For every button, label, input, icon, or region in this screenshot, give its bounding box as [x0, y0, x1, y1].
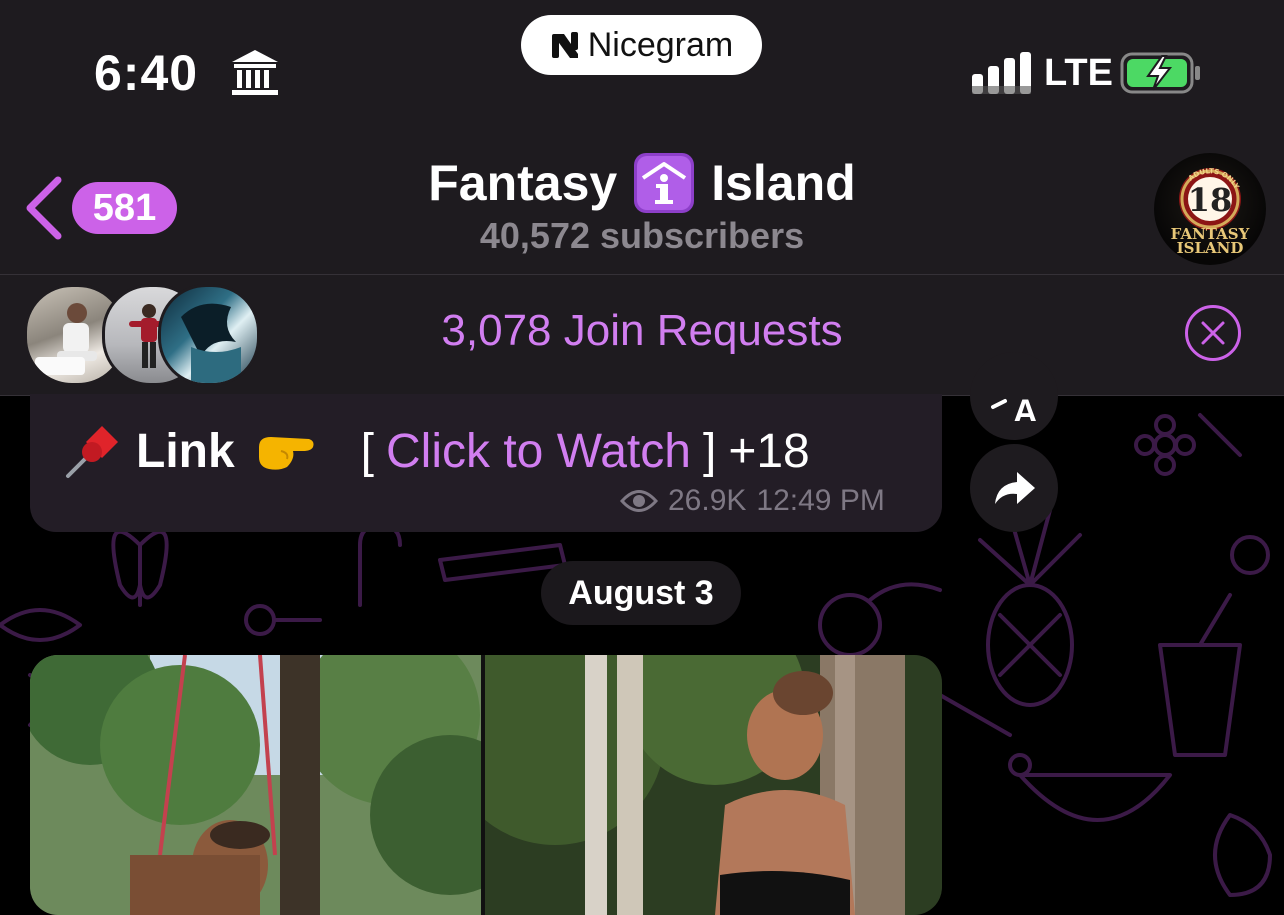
back-chevron-icon[interactable]: [24, 176, 64, 240]
nicegram-label: Nicegram: [587, 25, 734, 64]
adults-only-18-logo-icon: 18 ADULTS ONLY FANTASY ISLAND: [1171, 167, 1250, 257]
message-text: Link [ Click to Watch ] +18: [62, 420, 810, 482]
avatar-name-line2: ISLAND: [1177, 239, 1244, 257]
album-photo-2[interactable]: [485, 655, 942, 915]
translate-icon: A: [991, 393, 1038, 421]
view-count: 26.9K: [668, 484, 747, 517]
requester-avatar: [158, 284, 260, 386]
status-bar: 6:40 Nicegram LTE: [0, 0, 1284, 140]
unread-count-badge[interactable]: 581: [72, 182, 177, 234]
svg-text:A: A: [1013, 393, 1038, 421]
subscriber-count: 40,572 subscribers: [479, 215, 805, 256]
nicegram-pill[interactable]: Nicegram: [521, 15, 762, 75]
share-arrow-icon: [995, 472, 1035, 504]
pointing-right-hand-icon: [258, 437, 314, 470]
nicegram-logo-icon: [551, 32, 578, 58]
album-photo-1[interactable]: [30, 655, 481, 915]
channel-title[interactable]: Fantasy Island: [300, 152, 984, 214]
message-bracket-open: [: [360, 424, 375, 478]
channel-avatar[interactable]: 18 ADULTS ONLY FANTASY ISLAND: [1154, 153, 1266, 265]
translate-button[interactable]: A: [970, 352, 1058, 440]
join-requests-label[interactable]: 3,078 Join Requests: [300, 306, 984, 356]
eye-icon: [620, 490, 658, 512]
click-to-watch-link[interactable]: Click to Watch: [386, 424, 691, 479]
battery-charging-icon: [1120, 52, 1200, 94]
message-suffix: +18: [728, 424, 810, 478]
channel-title-right: Island: [711, 155, 856, 211]
message-time: 12:49 PM: [756, 484, 885, 517]
status-time: 6:40: [94, 45, 199, 101]
photo-album[interactable]: [30, 655, 942, 915]
message-prefix: Link: [136, 424, 235, 478]
avatar-number: 18: [1188, 181, 1233, 219]
network-label: LTE: [1044, 52, 1113, 94]
bank-icon: [232, 50, 278, 95]
message-bracket-close: ]: [702, 424, 717, 478]
information-emoji-icon: [634, 153, 695, 213]
share-button[interactable]: [970, 444, 1058, 532]
signal-icon: [972, 52, 1031, 94]
date-separator: August 3: [541, 561, 741, 625]
channel-title-left: Fantasy: [428, 155, 618, 211]
close-circle-icon[interactable]: [1184, 304, 1242, 362]
pushpin-icon: [66, 426, 118, 478]
message-meta: 26.9K 12:49 PM: [620, 484, 885, 518]
